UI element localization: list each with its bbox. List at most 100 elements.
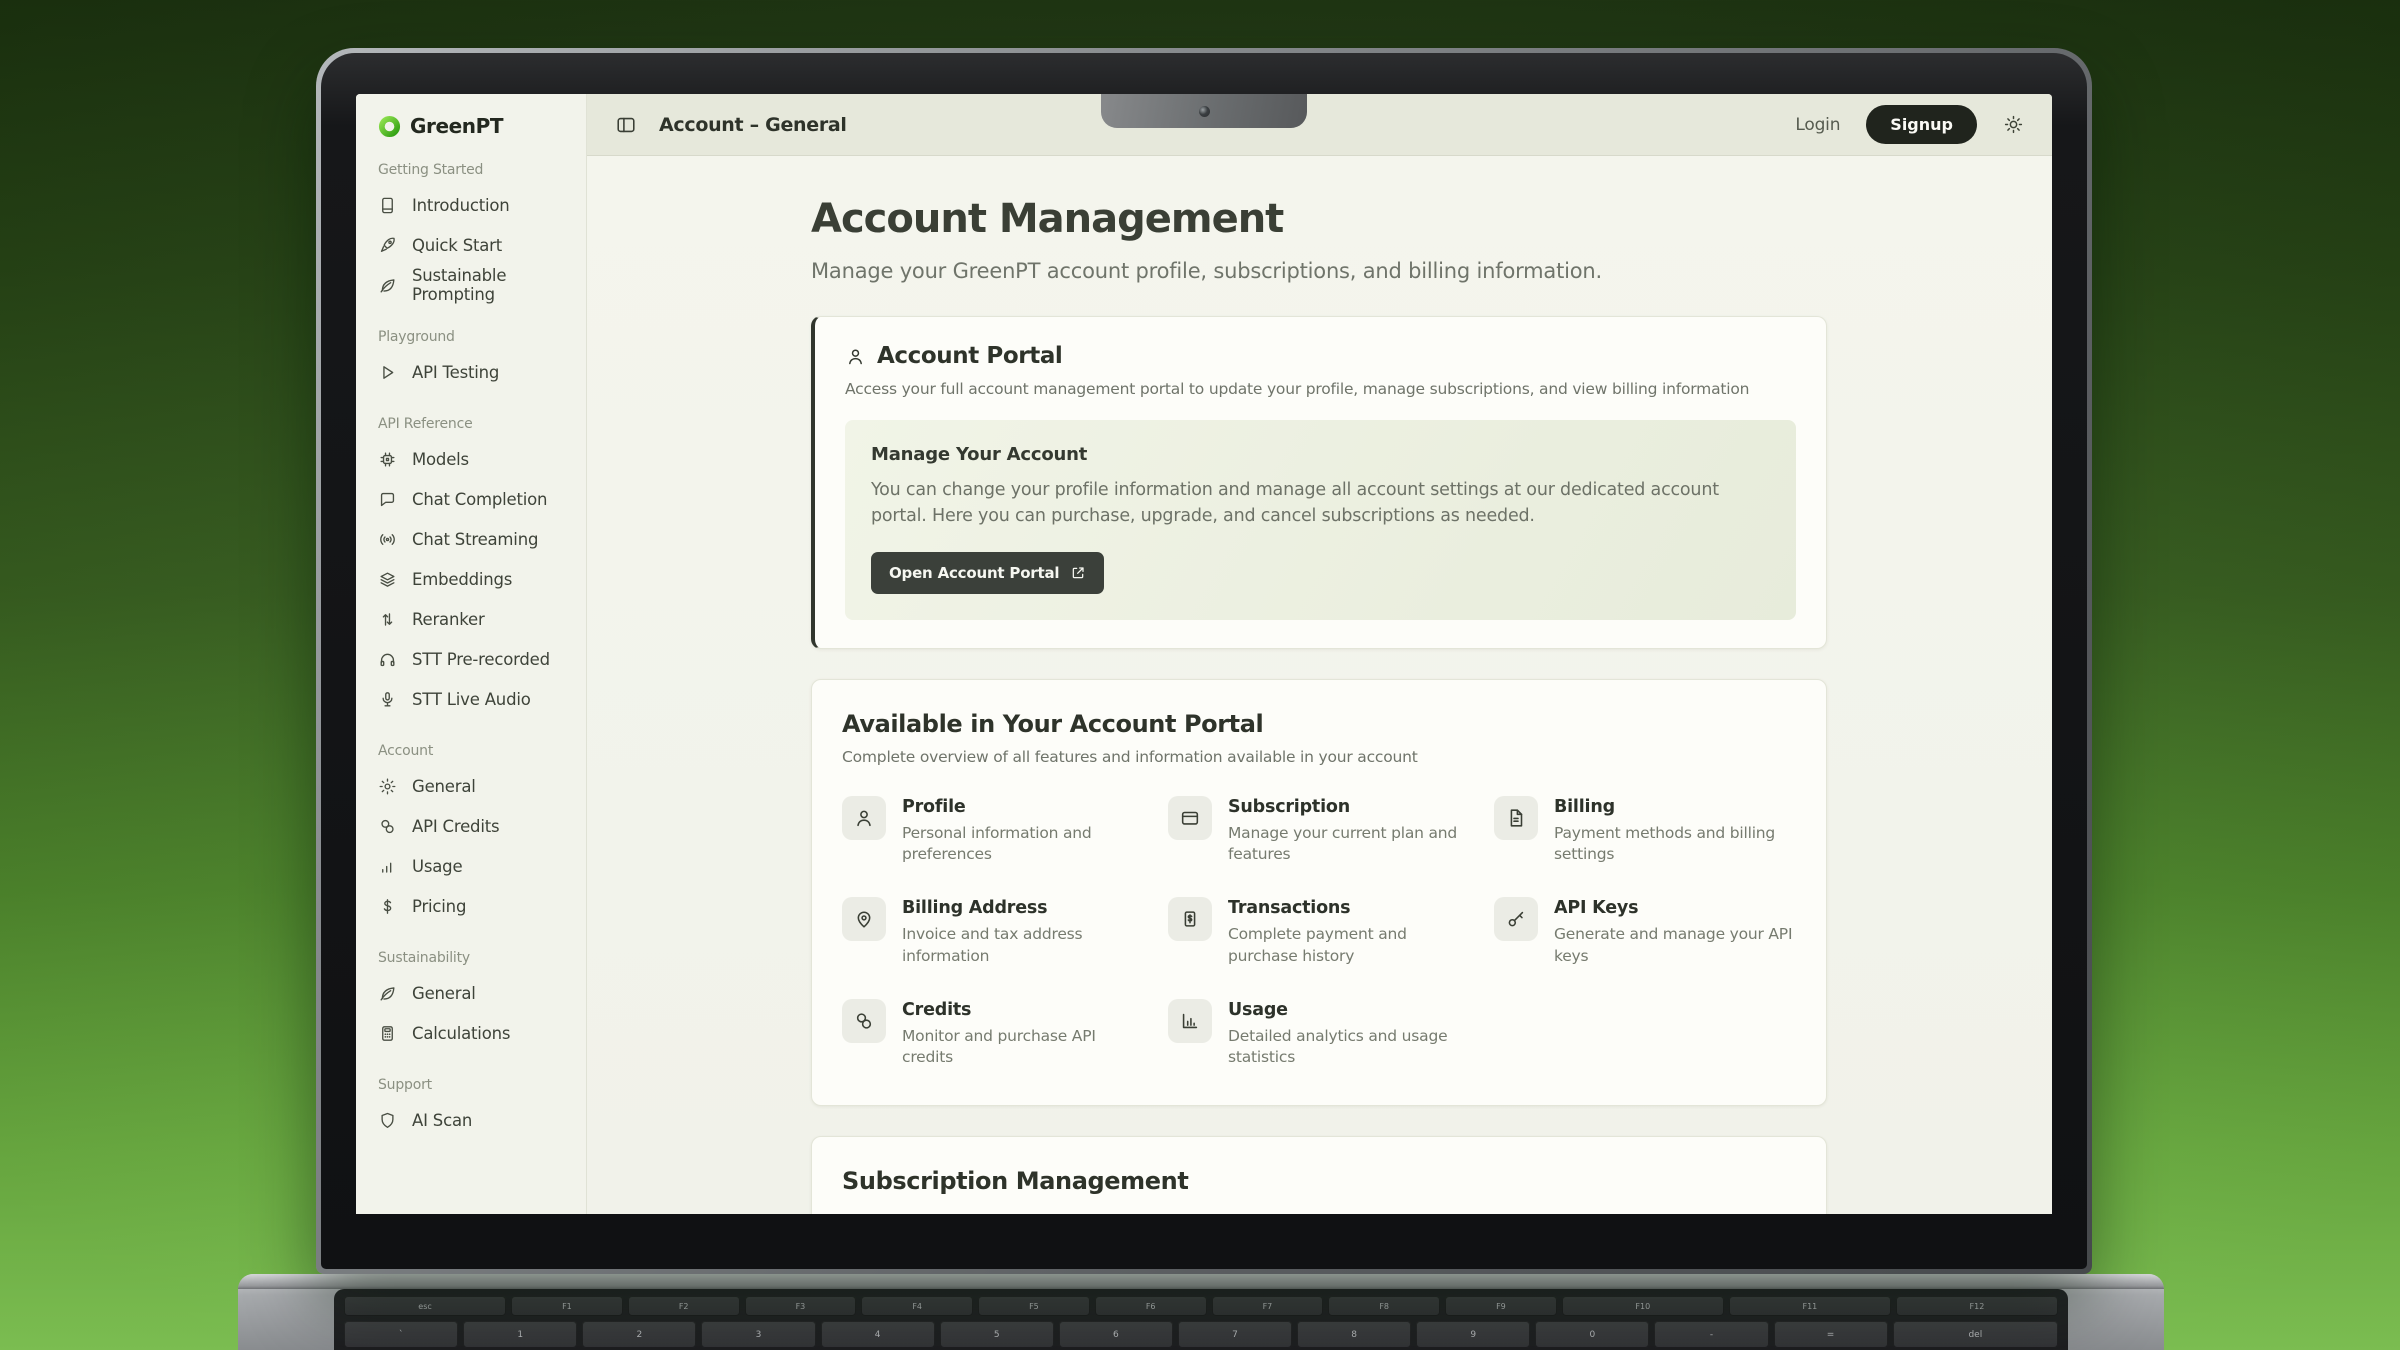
subscription-management-title: Subscription Management <box>842 1167 1796 1195</box>
headphones-icon <box>378 650 397 669</box>
feature-description: Monitor and purchase API credits <box>902 1026 1144 1069</box>
laptop-hinge <box>238 1274 2164 1289</box>
gear-icon <box>378 777 397 796</box>
play-icon <box>378 363 397 382</box>
sidebar-item-label: Calculations <box>412 1024 510 1043</box>
dollar-icon <box>378 897 397 916</box>
sidebar-item-label: General <box>412 984 476 1003</box>
feature-title: API Keys <box>1554 898 1796 918</box>
camera-notch <box>1101 94 1307 128</box>
topbar-actions: Login Signup <box>1795 105 2024 144</box>
key-f8: F8 <box>1328 1296 1440 1316</box>
features-subtitle: Complete overview of all features and in… <box>842 748 1796 766</box>
key-del: del <box>1893 1321 2058 1348</box>
chip-icon <box>378 450 397 469</box>
sidebar-item-stt-live-audio[interactable]: STT Live Audio <box>378 679 576 719</box>
key-0: 0 <box>1535 1321 1649 1348</box>
card-icon <box>1168 796 1212 840</box>
laptop-bezel: GreenPT Getting StartedIntroductionQuick… <box>321 53 2087 1269</box>
sidebar-item-label: Usage <box>412 857 462 876</box>
key-f4: F4 <box>861 1296 973 1316</box>
key-esc: esc <box>344 1296 506 1316</box>
feature-title: Transactions <box>1228 898 1470 918</box>
mic-icon <box>378 690 397 709</box>
key-f11: F11 <box>1729 1296 1891 1316</box>
key-f6: F6 <box>1095 1296 1207 1316</box>
sidebar-item-chat-completion[interactable]: Chat Completion <box>378 479 576 519</box>
sidebar-item-sustainable-prompting[interactable]: Sustainable Prompting <box>378 265 576 305</box>
chat-icon <box>378 490 397 509</box>
sidebar-section-label-account: Account <box>378 743 576 759</box>
features-title: Available in Your Account Portal <box>842 710 1796 738</box>
key-icon <box>1494 897 1538 941</box>
sidebar-item-general[interactable]: General <box>378 973 576 1013</box>
sidebar-item-pricing[interactable]: Pricing <box>378 886 576 926</box>
feature-billing-address: Billing AddressInvoice and tax address i… <box>842 897 1144 967</box>
greenpt-logo-icon <box>378 115 401 138</box>
key-7: 7 <box>1178 1321 1292 1348</box>
theme-toggle-sun-icon[interactable] <box>2003 114 2024 135</box>
book-icon <box>378 196 397 215</box>
features-grid: Profile Personal information and preferen… <box>842 796 1796 1069</box>
sidebar-item-api-testing[interactable]: API Testing <box>378 352 576 392</box>
feature-usage: Usage Detailed analytics and usage statis… <box>1168 999 1470 1069</box>
chart-icon <box>378 857 397 876</box>
feature-title: Profile <box>902 797 1144 817</box>
key-2: 2 <box>582 1321 696 1348</box>
sidebar-item-label: STT Live Audio <box>412 690 531 709</box>
sidebar-item-stt-pre-recorded[interactable]: STT Pre-recorded <box>378 639 576 679</box>
sidebar-item-chat-streaming[interactable]: Chat Streaming <box>378 519 576 559</box>
sidebar-item-usage[interactable]: Usage <box>378 846 576 886</box>
key-f7: F7 <box>1212 1296 1324 1316</box>
logo[interactable]: GreenPT <box>378 114 576 138</box>
account-portal-title: Account Portal <box>877 343 1062 369</box>
sidebar-item-embeddings[interactable]: Embeddings <box>378 559 576 599</box>
feature-description: Generate and manage your API keys <box>1554 924 1796 967</box>
main-content: Account Management Manage your GreenPT a… <box>587 156 2052 1214</box>
sidebar-item-general[interactable]: General <box>378 766 576 806</box>
open-account-portal-button[interactable]: Open Account Portal <box>871 552 1104 594</box>
person-icon <box>842 796 886 840</box>
sidebar-item-label: Chat Streaming <box>412 530 538 549</box>
feature-subscription: SubscriptionManage your current plan and… <box>1168 796 1470 866</box>
keyboard-row: escF1F2F3F4F5F6F7F8F9F10F11F12 <box>344 1296 2058 1316</box>
sidebar-item-reranker[interactable]: Reranker <box>378 599 576 639</box>
sidebar-toggle-icon[interactable] <box>615 114 637 136</box>
sidebar-item-api-credits[interactable]: API Credits <box>378 806 576 846</box>
sidebar-item-introduction[interactable]: Introduction <box>378 185 576 225</box>
rocket-icon <box>378 236 397 255</box>
sidebar-item-label: Embeddings <box>412 570 512 589</box>
leaf-icon <box>378 984 397 1003</box>
leaf-icon <box>378 276 397 295</box>
sidebar-item-ai-scan[interactable]: AI Scan <box>378 1100 576 1140</box>
page-subtitle: Manage your GreenPT account profile, sub… <box>811 259 2052 283</box>
file-icon <box>1494 796 1538 840</box>
external-link-icon <box>1070 565 1086 581</box>
laptop-base: escF1F2F3F4F5F6F7F8F9F10F11F12`123456789… <box>238 1274 2164 1350</box>
signup-button[interactable]: Signup <box>1866 105 1977 144</box>
manage-account-box: Manage Your Account You can change your … <box>845 420 1796 620</box>
sidebar-item-label: AI Scan <box>412 1111 472 1130</box>
account-portal-description: Access your full account management port… <box>845 380 1796 398</box>
screen: GreenPT Getting StartedIntroductionQuick… <box>356 94 2052 1214</box>
sidebar-item-label: Chat Completion <box>412 490 547 509</box>
webcam-icon <box>1199 106 1210 117</box>
page-title: Account Management <box>811 196 2052 242</box>
feature-billing: BillingPayment methods and billing setti… <box>1494 796 1796 866</box>
sidebar-item-quick-start[interactable]: Quick Start <box>378 225 576 265</box>
sidebar-item-calculations[interactable]: Calculations <box>378 1013 576 1053</box>
sidebar-item-label: Models <box>412 450 469 469</box>
key-4: 4 <box>821 1321 935 1348</box>
key-blank: = <box>1774 1321 1888 1348</box>
feature-description: Detailed analytics and usage statistics <box>1228 1026 1470 1069</box>
key-blank: - <box>1654 1321 1768 1348</box>
feature-title: Usage <box>1228 1000 1470 1020</box>
laptop-lid: GreenPT Getting StartedIntroductionQuick… <box>316 48 2092 1274</box>
sidebar: GreenPT Getting StartedIntroductionQuick… <box>356 94 587 1214</box>
sidebar-item-models[interactable]: Models <box>378 439 576 479</box>
account-portal-header: Account Portal <box>845 343 1796 369</box>
breadcrumb: Account – General <box>659 114 847 136</box>
login-link[interactable]: Login <box>1795 115 1840 135</box>
sidebar-item-label: Quick Start <box>412 236 502 255</box>
feature-description: Personal information and preferences <box>902 823 1144 866</box>
